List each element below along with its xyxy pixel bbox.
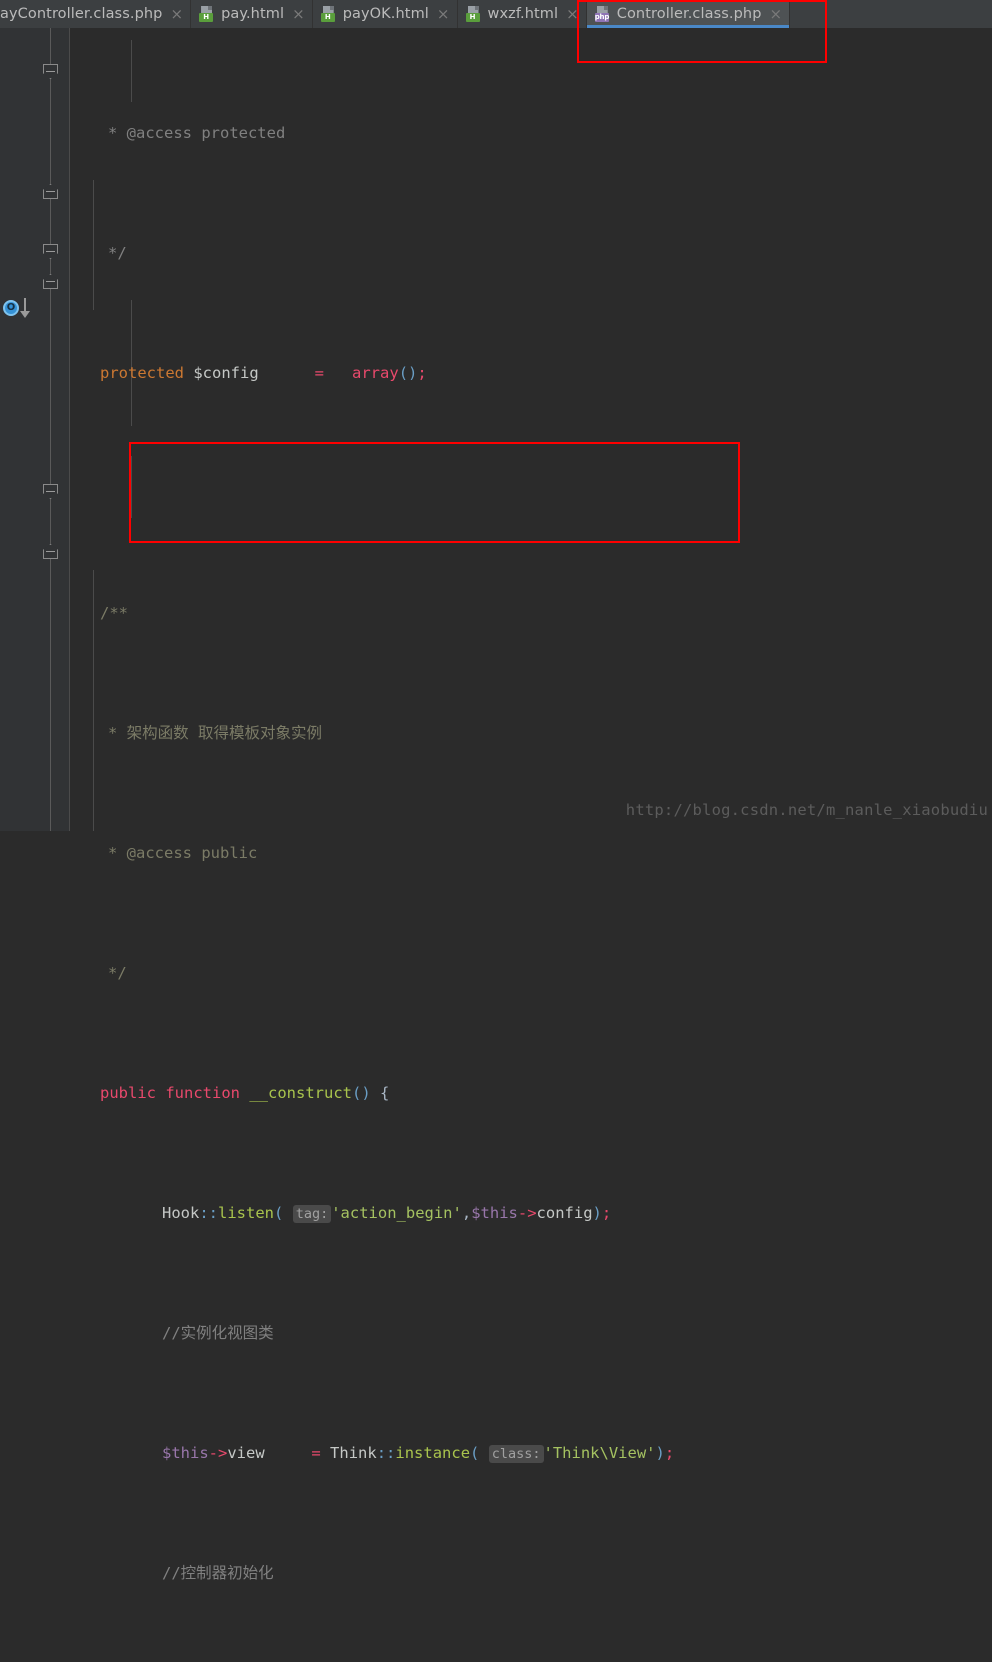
code-line: * @access protected <box>92 118 992 148</box>
overriding-method-icon[interactable]: O <box>3 298 33 320</box>
tab-payOK-html[interactable]: H payOK.html × <box>312 0 458 28</box>
fold-marker-collapse[interactable] <box>43 64 58 79</box>
code-line: /** <box>92 598 992 628</box>
variable-config: $config <box>193 364 259 382</box>
tab-label: ayController.class.php <box>0 6 163 22</box>
close-icon[interactable]: × <box>768 6 783 22</box>
tab-Controller-class-php[interactable]: php Controller.class.php × <box>586 0 791 28</box>
tab-pay-html[interactable]: H pay.html × <box>191 0 313 28</box>
function-array: array <box>352 364 399 382</box>
override-glyph: O <box>3 300 19 316</box>
editor-tab-bar: ayController.class.php × H pay.html × H … <box>0 0 992 28</box>
string-action-begin: 'action_begin' <box>331 1204 462 1222</box>
php-badge: php <box>594 13 610 22</box>
code-line: public function __construct() { <box>92 1078 992 1108</box>
comment-text: * @access public <box>108 844 258 862</box>
keyword-protected: protected <box>100 364 184 382</box>
code-line: */ <box>92 958 992 988</box>
class-hook: Hook <box>162 1204 200 1222</box>
param-hint-class: class: <box>488 1445 544 1463</box>
editor-gutter[interactable]: O <box>0 28 70 831</box>
property-view: view <box>227 1444 265 1462</box>
tab-label: wxzf.html <box>487 6 559 22</box>
code-line: * 架构函数 取得模板对象实例 <box>92 718 992 748</box>
comment-text: //控制器初始化 <box>162 1564 274 1582</box>
fold-marker-collapse[interactable] <box>43 184 58 199</box>
tab-label: Controller.class.php <box>616 6 762 22</box>
variable-this: $this <box>162 1444 209 1462</box>
arrow-down-head-icon <box>20 311 30 318</box>
close-icon[interactable]: × <box>290 6 305 22</box>
function-construct: __construct <box>249 1084 352 1102</box>
comment-text: /** <box>100 604 128 622</box>
tab-ayController-class-php[interactable]: ayController.class.php × <box>0 0 192 28</box>
comment-text: */ <box>108 964 127 982</box>
tab-label: payOK.html <box>342 6 429 22</box>
code-line: protected $config = array(); <box>92 358 992 388</box>
fold-marker-collapse[interactable] <box>43 244 58 259</box>
code-line: //控制器初始化 <box>92 1558 992 1588</box>
param-hint-tag: tag: <box>292 1205 332 1223</box>
fold-marker-collapse[interactable] <box>43 484 58 499</box>
comment-text: * 架构函数 取得模板对象实例 <box>108 724 322 742</box>
keyword-public: public <box>100 1084 156 1102</box>
assign-operator: = <box>314 364 325 382</box>
comment-text: */ <box>108 244 127 262</box>
html-file-icon: H <box>320 6 337 22</box>
close-icon[interactable]: × <box>564 6 579 22</box>
tab-label: pay.html <box>221 6 285 22</box>
gutter-padding <box>70 28 92 831</box>
variable-this: $this <box>471 1204 518 1222</box>
watermark-url: http://blog.csdn.net/m_nanle_xiaobudiu <box>625 801 988 819</box>
code-line: $this->view = Think::instance( class: 'Th… <box>92 1438 992 1468</box>
code-line: Hook::listen( tag:'action_begin',$this->… <box>92 1198 992 1228</box>
php-file-icon: php <box>594 6 611 22</box>
html-badge: H <box>320 13 335 22</box>
close-icon[interactable]: × <box>168 6 183 22</box>
class-think: Think <box>330 1444 377 1462</box>
code-line: //实例化视图类 <box>92 1318 992 1348</box>
html-badge: H <box>199 13 214 22</box>
function-instance: instance <box>395 1444 471 1462</box>
close-icon[interactable]: × <box>435 6 450 22</box>
html-badge: H <box>465 13 480 22</box>
string-think-view: 'Think\View' <box>543 1444 656 1462</box>
assign-operator: = <box>311 1444 321 1462</box>
tab-wxzf-html[interactable]: H wxzf.html × <box>457 0 587 28</box>
fold-marker-collapse[interactable] <box>43 274 58 289</box>
html-file-icon: H <box>199 6 215 22</box>
fold-rail <box>50 28 51 831</box>
property-config: config <box>536 1204 593 1222</box>
comment-text: * @access protected <box>108 124 286 142</box>
code-line: */ <box>92 238 992 268</box>
fold-marker-collapse[interactable] <box>43 544 58 559</box>
comment-text: //实例化视图类 <box>162 1324 274 1342</box>
keyword-function: function <box>165 1084 240 1102</box>
function-listen: listen <box>218 1204 274 1222</box>
code-line: * @access public <box>92 838 992 868</box>
code-editor[interactable]: O * @access protected */ protected $conf… <box>0 28 992 1582</box>
source-code[interactable]: * @access protected */ protected $config… <box>92 28 992 1582</box>
html-file-icon: H <box>465 6 482 22</box>
